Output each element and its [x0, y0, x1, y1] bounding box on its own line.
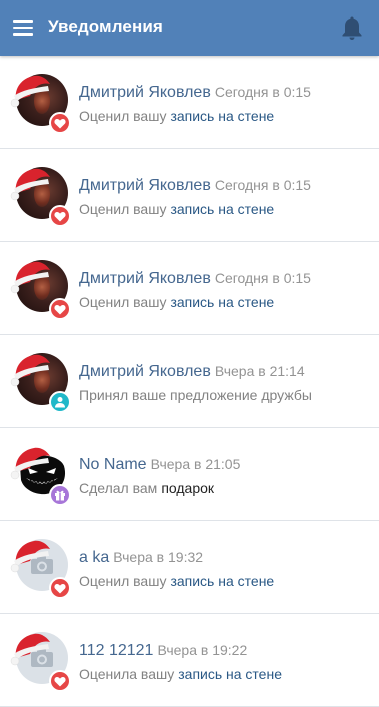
top-bar: Уведомления: [0, 0, 379, 56]
notification-text: Оценил вашу запись на стене: [79, 108, 274, 124]
heart-icon: [49, 205, 71, 227]
notification-header: Дмитрий Яковлев Сегодня в 0:15: [79, 270, 311, 288]
user-name-link[interactable]: Дмитрий Яковлев: [79, 177, 211, 194]
timestamp: Сегодня в 0:15: [214, 177, 311, 193]
gift-icon: [49, 484, 71, 506]
notification-text: Оценил вашу запись на стене: [79, 294, 274, 310]
avatar[interactable]: [8, 535, 72, 599]
notification-text: Оценил вашу запись на стене: [79, 573, 274, 589]
notification-item[interactable]: 112 12121 Вчера в 19:22 Оценила вашу запис…: [0, 614, 379, 707]
action-text: Оценил вашу: [79, 201, 167, 217]
menu-icon[interactable]: [13, 20, 33, 36]
timestamp: Вчера в 21:14: [214, 363, 305, 379]
notification-text: Оценила вашу запись на стене: [79, 666, 282, 682]
action-text: Оценил вашу: [79, 108, 167, 124]
timestamp: Вчера в 19:32: [113, 549, 204, 565]
user-name-link[interactable]: Дмитрий Яковлев: [79, 84, 211, 101]
heart-icon: [49, 112, 71, 134]
notification-item[interactable]: Дмитрий Яковлев Сегодня в 0:15 Оценил ваш…: [0, 149, 379, 242]
notification-item[interactable]: Дмитрий Яковлев Сегодня в 0:15 Оценил ваш…: [0, 242, 379, 335]
notification-item[interactable]: a ka Вчера в 19:32 Оценил вашу запись на с…: [0, 521, 379, 614]
santa-hat-icon: [10, 168, 51, 201]
object-link[interactable]: запись на стене: [170, 294, 274, 310]
santa-hat-icon: [10, 75, 51, 108]
notification-header: No Name Вчера в 21:05: [79, 456, 240, 474]
avatar[interactable]: [8, 163, 72, 227]
heart-icon: [49, 577, 71, 599]
heart-icon: [49, 670, 71, 692]
timestamp: Вчера в 21:05: [150, 456, 241, 472]
timestamp: Вчера в 19:22: [157, 642, 248, 658]
santa-hat-icon: [10, 540, 51, 573]
santa-hat-icon: [10, 354, 51, 387]
notification-header: Дмитрий Яковлев Вчера в 21:14: [79, 363, 305, 381]
notification-item[interactable]: No Name Вчера в 21:05 Сделал вам подарок: [0, 428, 379, 521]
user-name-link[interactable]: Дмитрий Яковлев: [79, 270, 211, 287]
user-name-link[interactable]: a ka: [79, 549, 109, 566]
notification-header: Дмитрий Яковлев Сегодня в 0:15: [79, 177, 311, 195]
object-link[interactable]: запись на стене: [178, 666, 282, 682]
object-link[interactable]: подарок: [161, 480, 214, 496]
heart-icon: [49, 298, 71, 320]
user-name-link[interactable]: 112 12121: [79, 642, 153, 659]
notification-item[interactable]: Дмитрий Яковлев Сегодня в 0:15 Оценил ваш…: [0, 56, 379, 149]
bell-icon[interactable]: [340, 15, 364, 41]
object-link[interactable]: запись на стене: [170, 201, 274, 217]
notifications-list: Дмитрий Яковлев Сегодня в 0:15 Оценил ваш…: [0, 56, 379, 707]
page-title: Уведомления: [48, 17, 163, 36]
santa-hat-icon: [10, 633, 51, 666]
avatar[interactable]: [8, 442, 72, 506]
notification-header: Дмитрий Яковлев Сегодня в 0:15: [79, 84, 311, 102]
user-name-link[interactable]: Дмитрий Яковлев: [79, 363, 211, 380]
user-name-link[interactable]: No Name: [79, 456, 147, 473]
avatar[interactable]: [8, 70, 72, 134]
action-text: Оценил вашу: [79, 294, 167, 310]
avatar[interactable]: [8, 349, 72, 413]
action-text: Сделал вам: [79, 480, 158, 496]
user-icon: [49, 391, 71, 413]
object-link[interactable]: запись на стене: [170, 573, 274, 589]
avatar[interactable]: [8, 256, 72, 320]
notification-header: a ka Вчера в 19:32: [79, 549, 203, 567]
avatar[interactable]: [8, 628, 72, 692]
action-text: Принял ваше предложение дружбы: [79, 387, 312, 403]
santa-hat-icon: [10, 447, 51, 480]
timestamp: Сегодня в 0:15: [214, 84, 311, 100]
timestamp: Сегодня в 0:15: [214, 270, 311, 286]
notification-item[interactable]: Дмитрий Яковлев Вчера в 21:14 Принял ваше…: [0, 335, 379, 428]
action-text: Оценила вашу: [79, 666, 175, 682]
object-link[interactable]: запись на стене: [170, 108, 274, 124]
notification-text: Оценил вашу запись на стене: [79, 201, 274, 217]
notification-text: Принял ваше предложение дружбы: [79, 387, 312, 403]
notification-header: 112 12121 Вчера в 19:22: [79, 642, 247, 660]
notification-text: Сделал вам подарок: [79, 480, 214, 496]
santa-hat-icon: [10, 261, 51, 294]
action-text: Оценил вашу: [79, 573, 167, 589]
